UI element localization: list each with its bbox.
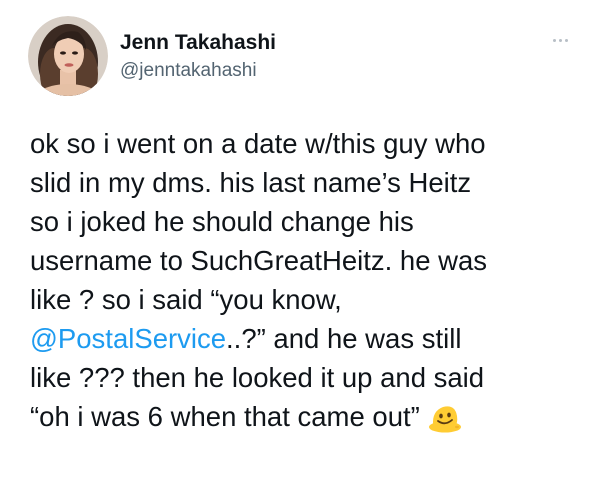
tweet-line: @PostalService..?” and he was still [30,319,590,358]
more-options-icon[interactable] [545,34,575,46]
tweet-text: ok so i went on a date w/this guy who sl… [30,124,590,436]
avatar[interactable] [28,16,108,96]
mention-link[interactable]: @PostalService [30,323,226,354]
more-dot [564,38,568,42]
tweet-line: slid in my dms. his last name’s Heitz [30,167,472,198]
author-names: Jenn Takahashi @jenntakahashi [120,30,276,84]
tweet-header: Jenn Takahashi @jenntakahashi [28,16,581,96]
tweet-line: ok so i went on a date w/this guy who [30,128,486,159]
profile-photo [28,16,108,96]
tweet-line-text: “oh i was 6 when that came out” [30,401,420,432]
melting-face-emoji-icon [428,403,462,443]
tweet: Jenn Takahashi @jenntakahashi ok so i we… [0,0,599,486]
author-display-name[interactable]: Jenn Takahashi [120,30,276,56]
more-dot [552,38,556,42]
author-handle[interactable]: @jenntakahashi [120,58,276,84]
tweet-line: “oh i was 6 when that came out” [30,397,590,436]
tweet-line: so i joked he should change his [30,206,414,237]
tweet-line: like ??? then he looked it up and said [30,362,485,393]
tweet-line-rest: ..?” and he was still [226,323,462,354]
more-dot [558,38,562,42]
tweet-line: like ? so i said “you know, [30,284,342,315]
tweet-line: username to SuchGreatHeitz. he was [30,245,488,276]
